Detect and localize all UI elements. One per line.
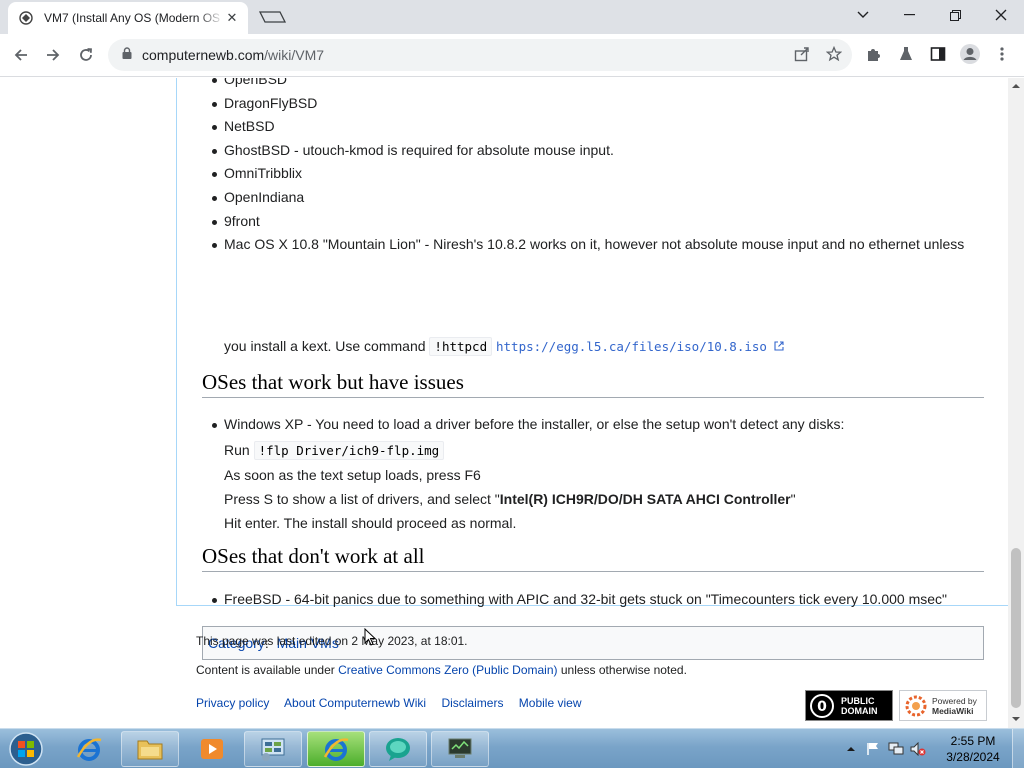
system-tray (846, 729, 926, 769)
taskbar-explorer-icon[interactable] (121, 731, 179, 767)
no-work-list: FreeBSD - 64-bit panics due to something… (212, 588, 947, 612)
heading-no-work: OSes that don't work at all (202, 544, 984, 572)
issues-list: Windows XP - You need to load a driver b… (211, 413, 844, 437)
step-enter: Hit enter. The install should proceed as… (224, 515, 517, 531)
taskbar-clock[interactable]: 2:55 PM 3/28/2024 (938, 733, 1008, 765)
about-link[interactable]: About Computernewb Wiki (284, 696, 426, 710)
list-item: DragonFlyBSD (211, 92, 964, 116)
side-panel-icon[interactable] (926, 42, 950, 66)
public-domain-badge[interactable]: 0 PUBLIC DOMAIN (805, 690, 893, 721)
list-item: OpenBSD (211, 78, 964, 92)
mediawiki-flower-icon (905, 695, 927, 716)
show-desktop-button[interactable] (1012, 729, 1024, 769)
forward-button[interactable] (38, 40, 68, 70)
list-item: GhostBSD - utouch-kmod is required for a… (211, 139, 964, 163)
clock-date: 3/28/2024 (946, 750, 1000, 764)
footer-links: Privacy policy About Computernewb Wiki D… (196, 696, 594, 710)
last-edited-text: This page was last edited on 2 May 2023,… (196, 634, 468, 648)
mac-item-line2: you install a kext. Use command !httpcd … (224, 334, 785, 359)
taskbar-ie-icon[interactable] (60, 731, 118, 767)
step-f6: As soon as the text setup loads, press F… (224, 467, 481, 483)
reload-button[interactable] (71, 40, 101, 70)
mediawiki-badge[interactable]: Powered by MediaWiki (899, 690, 987, 721)
windows-orb-icon (9, 732, 43, 766)
reload-icon (80, 48, 92, 61)
mac-command: !httpcd (429, 337, 493, 356)
url-text: computernewb.com/wiki/VM7 (142, 47, 325, 63)
license-link[interactable]: Creative Commons Zero (Public Domain) (338, 663, 557, 677)
browser-toolbar: computernewb.com/wiki/VM7 (0, 34, 1024, 77)
puzzle-icon[interactable] (862, 42, 886, 66)
windows-taskbar: 2:55 PM 3/28/2024 (0, 728, 1024, 769)
heading-issues: OSes that work but have issues (202, 370, 984, 398)
volume-muted-icon[interactable] (910, 742, 926, 756)
run-command: !flp Driver/ich9-flp.img (253, 441, 445, 460)
start-button[interactable] (4, 731, 48, 767)
list-item: OmniTribblix (211, 162, 964, 186)
taskbar-chat-icon[interactable] (369, 731, 427, 767)
action-center-flag-icon[interactable] (866, 742, 880, 756)
scroll-down-icon (1012, 717, 1020, 721)
scroll-thumb[interactable] (1011, 548, 1021, 708)
wiki-favicon-icon (18, 10, 34, 26)
close-window-button[interactable] (978, 0, 1024, 30)
show-hidden-icons-icon[interactable] (846, 744, 856, 754)
browser-tab-active[interactable]: VM7 (Install Any OS (Modern OS ✕ (8, 2, 248, 34)
taskbar-edge-icon[interactable] (307, 731, 365, 767)
share-icon[interactable] (790, 42, 814, 66)
minimize-button[interactable] (886, 0, 932, 30)
avatar-icon[interactable] (958, 42, 982, 66)
arrow-right-icon (47, 49, 60, 61)
tab-search-icon[interactable] (840, 0, 886, 30)
list-item-freebsd: FreeBSD - 64-bit panics due to something… (212, 588, 947, 612)
kebab-menu-icon[interactable] (990, 42, 1014, 66)
mobile-view-link[interactable]: Mobile view (519, 696, 582, 710)
taskbar-media-player-icon[interactable] (183, 731, 241, 767)
article-content: OpenBSD DragonFlyBSD NetBSD GhostBSD - u… (176, 78, 1008, 660)
list-item-winxp: Windows XP - You need to load a driver b… (211, 413, 844, 437)
lock-icon[interactable] (122, 46, 132, 64)
taskbar-network-monitor-icon[interactable] (431, 731, 489, 767)
back-button[interactable] (6, 40, 36, 70)
tab-title: VM7 (Install Any OS (Modern OS (44, 11, 221, 25)
network-icon[interactable] (888, 742, 904, 756)
tab-close-icon[interactable]: ✕ (224, 10, 240, 26)
star-icon[interactable] (822, 42, 846, 66)
clock-time: 2:55 PM (950, 734, 996, 748)
disclaimers-link[interactable]: Disclaimers (441, 696, 503, 710)
list-item: 9front (211, 210, 964, 234)
page-scrollbar[interactable] (1008, 78, 1024, 728)
taskbar-control-panel-icon[interactable] (244, 731, 302, 767)
public-domain-icon: 0 (810, 693, 834, 718)
privacy-policy-link[interactable]: Privacy policy (196, 696, 269, 710)
external-link-icon (767, 339, 785, 354)
controller-name: Intel(R) ICH9R/DO/DH SATA AHCI Controlle… (499, 491, 791, 507)
license-text: Content is available under Creative Comm… (196, 663, 687, 677)
page-viewport: OpenBSD DragonFlyBSD NetBSD GhostBSD - u… (0, 78, 1008, 728)
list-item: OpenIndiana (211, 186, 964, 210)
mac-item-line1: Mac OS X 10.8 "Mountain Lion" - Niresh's… (224, 236, 965, 253)
scroll-up-icon (1012, 84, 1020, 88)
run-line: Run !flp Driver/ich9-flp.img (224, 438, 445, 463)
arrow-left-icon (14, 49, 27, 61)
mouse-cursor-icon (364, 628, 376, 646)
svg-text:0: 0 (817, 699, 827, 715)
tab-strip: VM7 (Install Any OS (Modern OS ✕ (0, 0, 1024, 34)
supported-os-list: OpenBSD DragonFlyBSD NetBSD GhostBSD - u… (211, 78, 965, 257)
address-bar[interactable]: computernewb.com/wiki/VM7 (108, 39, 852, 71)
new-tab-button[interactable] (254, 6, 290, 28)
restore-button[interactable] (932, 0, 978, 30)
list-item: NetBSD (211, 115, 964, 139)
mac-iso-link[interactable]: https://egg.l5.ca/files/iso/10.8.iso (496, 339, 785, 354)
step-s: Press S to show a list of drivers, and s… (224, 491, 796, 507)
list-item-mac: Mac OS X 10.8 "Mountain Lion" - Niresh's… (211, 233, 965, 257)
flask-extension-icon[interactable] (894, 42, 918, 66)
